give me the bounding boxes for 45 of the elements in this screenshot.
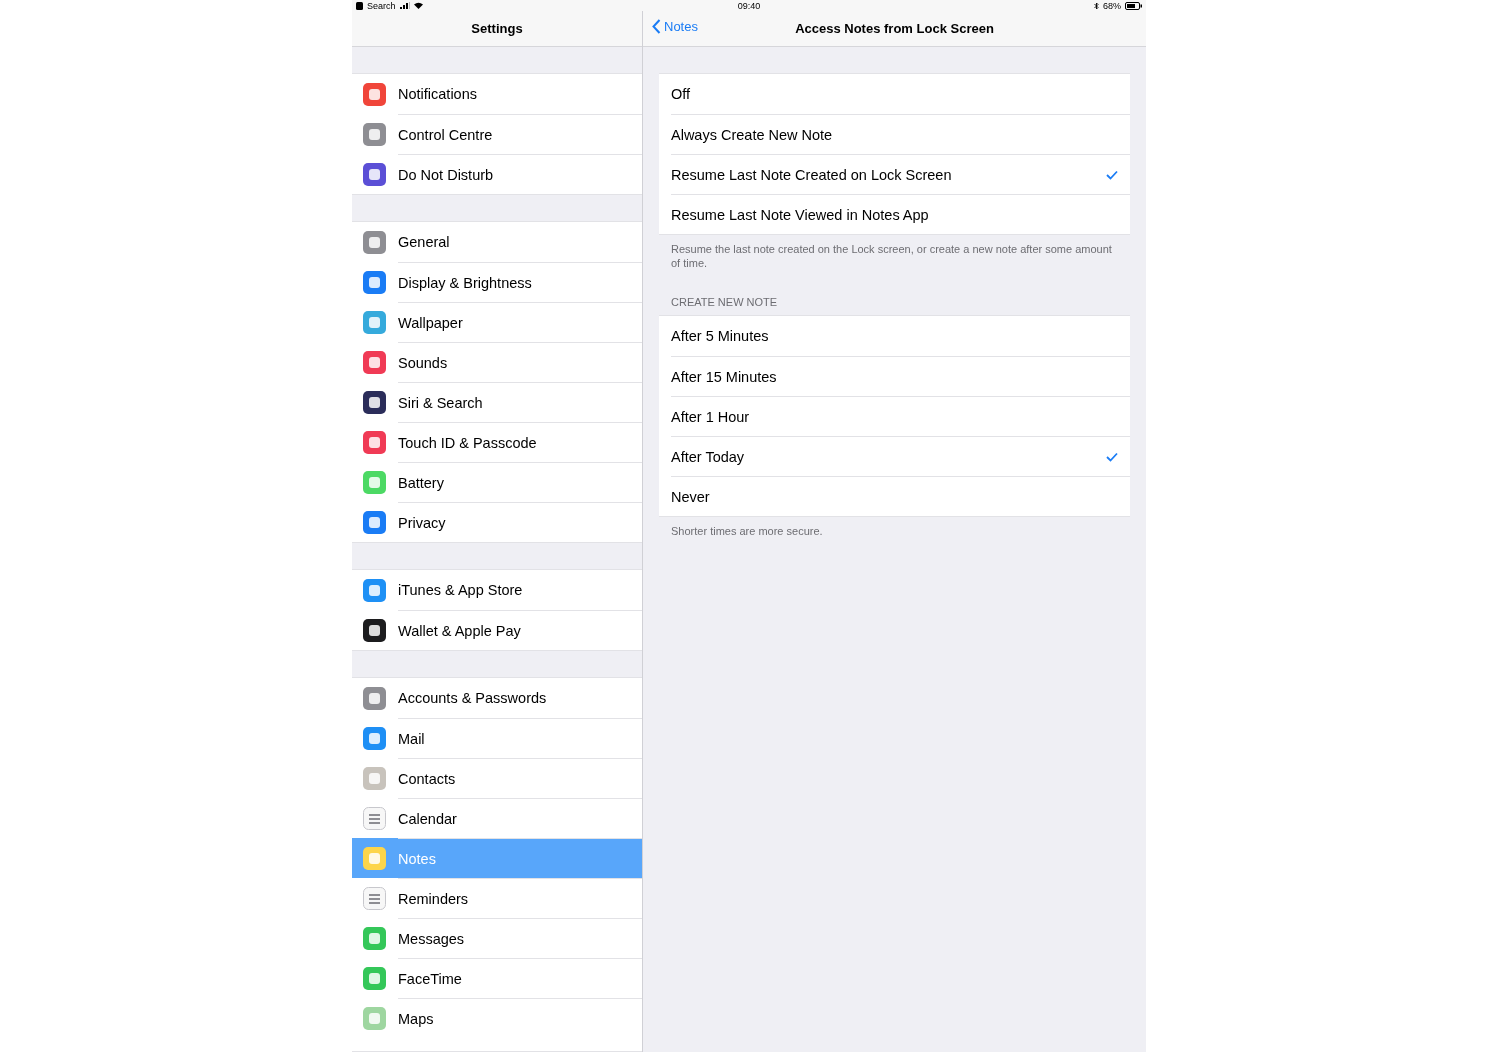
page-title: Access Notes from Lock Screen <box>795 21 994 36</box>
battery-icon <box>1125 1 1142 10</box>
back-button[interactable]: Notes <box>652 19 698 34</box>
chevron-icon <box>652 19 661 34</box>
section-header: CREATE NEW NOTE <box>670 296 779 310</box>
sidebar-item[interactable]: Wallet & Apple Pay <box>352 610 642 650</box>
option-row[interactable]: After 5 Minutes <box>659 316 1130 356</box>
option-row[interactable]: Never <box>659 476 1130 516</box>
bluetooth-icon <box>1094 1 1099 10</box>
sidebar-item[interactable]: Wallpaper <box>352 302 642 342</box>
option-row[interactable]: Resume Last Note Viewed in Notes App <box>659 194 1130 234</box>
option-row[interactable]: Off <box>659 74 1130 114</box>
sidebar-item[interactable]: Reminders <box>352 878 642 918</box>
sidebar-item[interactable]: Accounts & Passwords <box>352 678 642 718</box>
sidebar-item[interactable]: Notifications <box>352 74 642 114</box>
sidebar-item[interactable]: Privacy <box>352 502 642 542</box>
sidebar-item[interactable]: Display & Brightness <box>352 262 642 302</box>
footer-note: Resume the last note created on the Lock screen, or create a new note after some amount of time. <box>670 242 1113 270</box>
sidebar-item[interactable]: FaceTime <box>352 958 642 998</box>
option-row[interactable]: Resume Last Note Created on Lock Screen <box>659 154 1130 194</box>
sidebar-item[interactable]: Touch ID & Passcode <box>352 422 642 462</box>
sidebar-item[interactable]: Mail <box>352 718 642 758</box>
battery-percent: 68% <box>1103 0 1121 11</box>
sidebar-item[interactable]: Battery <box>352 462 642 502</box>
clock: 09:40 <box>737 0 761 11</box>
sidebar-item[interactable]: Do Not Disturb <box>352 154 642 194</box>
footer-note: Shorter times are more secure. <box>670 524 824 538</box>
option-row[interactable]: After 1 Hour <box>659 396 1130 436</box>
sidebar-item[interactable]: Calendar <box>352 798 642 838</box>
sidebar-item[interactable]: Maps <box>352 998 642 1038</box>
sidebar-item[interactable]: Control Centre <box>352 114 642 154</box>
option-row[interactable]: After Today <box>659 436 1130 476</box>
nav-title: Settings <box>471 21 523 36</box>
sidebar-item[interactable]: General <box>352 222 642 262</box>
sidebar-item[interactable]: Contacts <box>352 758 642 798</box>
option-row[interactable]: After 15 Minutes <box>659 356 1130 396</box>
signal-icon <box>399 2 410 9</box>
back-app-label[interactable]: Search <box>367 0 396 11</box>
option-row[interactable]: Always Create New Note <box>659 114 1130 154</box>
sidebar-item[interactable]: Siri & Search <box>352 382 642 422</box>
sidebar-item[interactable]: Sounds <box>352 342 642 382</box>
wifi-icon <box>413 2 423 9</box>
sidebar-item[interactable]: Messages <box>352 918 642 958</box>
sidebar-item[interactable]: iTunes & App Store <box>352 570 642 610</box>
back-icon <box>356 1 363 10</box>
